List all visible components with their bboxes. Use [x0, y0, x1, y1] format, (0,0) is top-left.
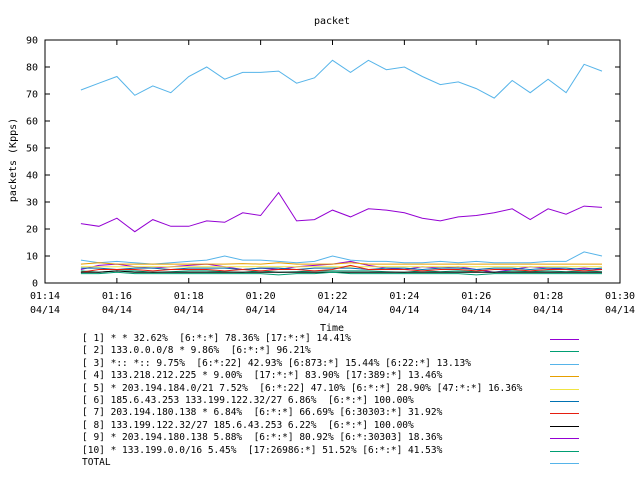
y-tick-label: 40	[26, 171, 38, 182]
series-line-9	[80, 191, 603, 233]
legend-item: [ 2] 133.0.0.0/8 * 9.86% [6:*:*] 96.21%	[82, 345, 622, 357]
legend-item: [ 5] * 203.194.184.0/21 7.52% [6:*:22] 4…	[82, 383, 622, 395]
legend-item: [ 3] *:: *:: 9.75% [6:*:22] 42.93% [6:87…	[82, 358, 622, 370]
y-tick-label: 80	[26, 63, 38, 74]
legend-label: [ 4] 133.218.212.225 * 9.00% [17:*:*] 83…	[82, 370, 443, 382]
x-tick-label-date: 04/14	[461, 305, 491, 316]
legend-label: [ 8] 133.199.122.32/27 185.6.43.253 6.22…	[82, 419, 414, 431]
x-tick-label-time: 01:28	[533, 291, 563, 302]
legend-label: TOTAL	[82, 456, 111, 468]
legend-label: [ 5] * 203.194.184.0/21 7.52% [6:*:22] 4…	[82, 382, 523, 394]
legend-swatch	[550, 376, 579, 378]
y-tick-label: 20	[26, 225, 38, 236]
legend-item: [ 7] 203.194.180.138 * 6.84% [6:*:*] 66.…	[82, 407, 622, 419]
y-tick-label: 90	[26, 36, 38, 47]
legend: [ 1] * * 32.62% [6:*:*] 78.36% [17:*:*] …	[82, 333, 622, 469]
legend-item: [ 1] * * 32.62% [6:*:*] 78.36% [17:*:*] …	[82, 333, 622, 345]
y-tick-label: 0	[32, 279, 38, 290]
x-tick-label-time: 01:20	[246, 291, 276, 302]
chart-title: packet	[314, 16, 350, 27]
y-tick-label: 50	[26, 144, 38, 155]
y-tick-label: 70	[26, 90, 38, 101]
legend-label: [10] * 133.199.0.0/16 5.45% [17:26986:*]…	[82, 444, 443, 456]
legend-swatch	[550, 425, 579, 427]
legend-swatch	[550, 450, 579, 452]
x-tick-label-time: 01:30	[605, 291, 635, 302]
series-lines	[80, 59, 603, 276]
x-tick-label-time: 01:14	[30, 291, 60, 302]
legend-swatch	[550, 413, 579, 415]
series-line-6	[80, 267, 603, 271]
series-line-11	[80, 59, 603, 99]
legend-item: [ 4] 133.218.212.225 * 9.00% [17:*:*] 83…	[82, 370, 622, 382]
legend-label: [ 6] 185.6.43.253 133.199.122.32/27 6.86…	[82, 394, 414, 406]
x-tick-label-time: 01:24	[389, 291, 419, 302]
x-tick-label-time: 01:26	[461, 291, 491, 302]
y-tick-label: 30	[26, 198, 38, 209]
legend-label: [ 2] 133.0.0.0/8 * 9.86% [6:*:*] 96.21%	[82, 345, 311, 357]
legend-label: [ 1] * * 32.62% [6:*:*] 78.36% [17:*:*] …	[82, 333, 351, 344]
legend-item: TOTAL	[82, 457, 622, 469]
legend-swatch	[550, 438, 579, 440]
legend-label: [ 9] * 203.194.180.138 5.88% [6:*:*] 80.…	[82, 432, 443, 444]
x-tick-label-date: 04/14	[30, 305, 60, 316]
x-tick-label-date: 04/14	[102, 305, 132, 316]
y-tick-label: 10	[26, 252, 38, 263]
x-tick-label-date: 04/14	[317, 305, 347, 316]
x-tick-label-time: 01:18	[174, 291, 204, 302]
legend-swatch	[550, 400, 579, 402]
legend-label: [ 3] *:: *:: 9.75% [6:*:22] 42.93% [6:87…	[82, 357, 471, 369]
x-tick-label-date: 04/14	[605, 305, 635, 316]
legend-item: [10] * 133.199.0.0/16 5.45% [17:26986:*]…	[82, 445, 622, 457]
legend-item: [ 6] 185.6.43.253 133.199.122.32/27 6.86…	[82, 395, 622, 407]
legend-swatch	[550, 462, 579, 464]
legend-swatch	[550, 339, 579, 340]
legend-item: [ 9] * 203.194.180.138 5.88% [6:*:*] 80.…	[82, 432, 622, 444]
legend-label: [ 7] 203.194.180.138 * 6.84% [6:*:*] 66.…	[82, 407, 443, 419]
x-tick-label-time: 01:22	[317, 291, 347, 302]
x-tick-label-date: 04/14	[174, 305, 204, 316]
x-tick-label-date: 04/14	[246, 305, 276, 316]
y-axis-label: packets (Kpps)	[8, 118, 19, 202]
legend-swatch	[550, 363, 579, 365]
legend-item: [ 8] 133.199.122.32/27 185.6.43.253 6.22…	[82, 420, 622, 432]
legend-swatch	[550, 351, 579, 353]
legend-swatch	[550, 388, 579, 390]
plot-frame	[44, 39, 621, 284]
packet-chart: packet packets (Kpps) Time 0 10 20 30 40 50 60…	[0, 0, 640, 480]
y-tick-label: 60	[26, 117, 38, 128]
x-tick-label-time: 01:16	[102, 291, 132, 302]
x-tick-label-date: 04/14	[533, 305, 563, 316]
x-tick-label-date: 04/14	[389, 305, 419, 316]
